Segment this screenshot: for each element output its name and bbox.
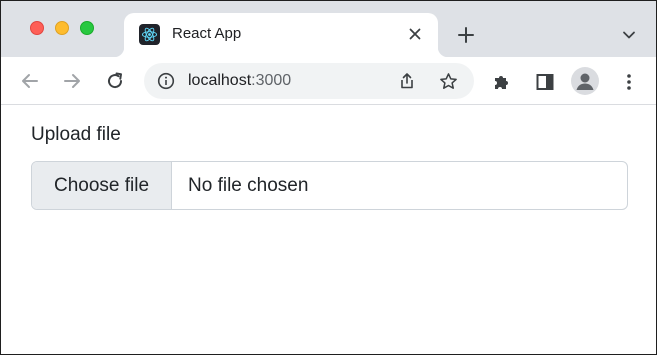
star-icon[interactable] (438, 71, 458, 91)
file-input[interactable]: Choose file No file chosen (31, 161, 628, 210)
tab-react-app[interactable]: React App (114, 13, 448, 57)
page-content: Upload file Choose file No file chosen (1, 106, 656, 354)
arrow-right-icon[interactable] (59, 68, 85, 94)
plus-icon[interactable] (453, 22, 479, 48)
share-icon[interactable] (397, 71, 417, 91)
address-bar[interactable]: localhost:3000 (144, 63, 474, 99)
url-port: :3000 (251, 72, 292, 89)
puzzle-icon[interactable] (491, 71, 513, 93)
tab-title: React App (172, 25, 242, 42)
chevron-down-icon[interactable] (617, 23, 641, 47)
url-host: localhost (188, 72, 252, 89)
person-icon[interactable] (571, 67, 599, 95)
choose-file-button[interactable]: Choose file (32, 162, 172, 209)
window-minimize-button[interactable] (55, 21, 69, 35)
close-icon[interactable] (404, 23, 426, 45)
info-icon[interactable] (156, 71, 176, 91)
window-close-button[interactable] (30, 21, 44, 35)
reload-icon[interactable] (102, 68, 128, 94)
kebab-menu-icon[interactable] (619, 71, 639, 93)
window-maximize-button[interactable] (80, 21, 94, 35)
file-status-text: No file chosen (188, 174, 309, 196)
url-text[interactable]: localhost:3000 (188, 72, 291, 90)
arrow-left-icon[interactable] (17, 68, 43, 94)
tab-strip: React App (1, 1, 656, 57)
react-logo-icon (139, 24, 160, 45)
browser-window: React App localhost:3000 Upload file Cho… (0, 0, 657, 355)
side-panel-icon[interactable] (534, 71, 556, 93)
browser-toolbar: localhost:3000 (1, 57, 656, 105)
upload-file-label: Upload file (31, 124, 121, 145)
